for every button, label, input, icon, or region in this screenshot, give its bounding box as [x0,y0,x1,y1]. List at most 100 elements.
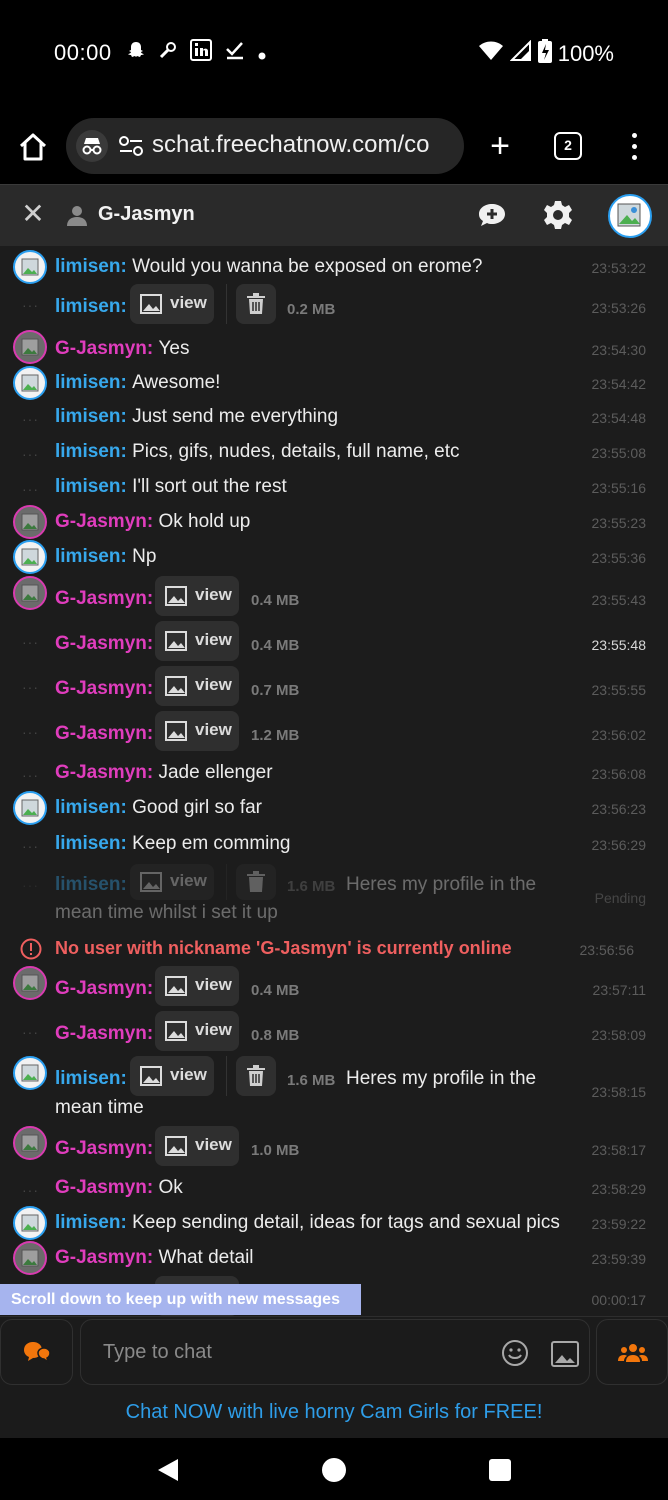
scroll-down-banner[interactable]: Scroll down to keep up with new messages [0,1284,361,1315]
username[interactable]: G-Jasmyn: [55,338,153,359]
avatar[interactable] [13,540,47,574]
file-size: 1.2 MB [251,727,300,744]
my-avatar[interactable] [608,194,652,238]
avatar[interactable] [13,791,47,825]
username[interactable]: G-Jasmyn: [55,978,153,1000]
view-image-button[interactable]: view [155,1011,239,1051]
message-input[interactable]: Type to chat [80,1319,590,1385]
timestamp: 23:57:11 [592,982,646,998]
avatar[interactable] [13,1241,47,1275]
timestamp: Pending [594,890,646,906]
menu-icon[interactable] [624,130,644,166]
username[interactable]: limisen: [55,406,127,427]
username[interactable]: limisen: [55,874,127,896]
private-message-icon[interactable] [476,201,508,231]
tab-switcher-button[interactable]: 2 [554,132,582,160]
view-label: view [170,293,207,312]
avatar[interactable] [13,966,47,1000]
file-size: 0.7 MB [251,682,300,699]
promo-link[interactable]: Chat NOW with live horny Cam Girls for F… [0,1386,668,1438]
avatar[interactable] [13,1126,47,1160]
message-line: limisen: Np [55,546,156,568]
chat-log[interactable]: limisen: Would you wanna be exposed on e… [0,246,668,1316]
username[interactable]: limisen: [55,1212,127,1233]
view-image-button[interactable]: view [130,1056,214,1096]
address-bar[interactable]: schat.freechatnow.com/co [66,118,464,174]
image-icon [165,631,187,651]
trash-icon [247,871,265,892]
chat-message: limisen: Keep sending detail, ideas for … [0,1206,668,1240]
username[interactable]: G-Jasmyn: [55,762,153,783]
view-label: view [195,720,232,739]
view-label: view [195,630,232,649]
image-icon [165,976,187,996]
username[interactable]: limisen: [55,546,127,567]
view-label: view [195,675,232,694]
recent-apps-button[interactable] [489,1459,511,1481]
users-list-button[interactable] [596,1319,668,1385]
username[interactable]: limisen: [55,372,127,393]
avatar[interactable] [13,505,47,539]
view-image-button[interactable]: view [155,576,239,616]
view-image-button[interactable]: view [155,711,239,751]
url-text[interactable]: schat.freechatnow.com/co [152,131,429,159]
clock: 00:00 [54,40,112,65]
gear-icon[interactable] [542,199,574,231]
username[interactable]: limisen: [55,1068,127,1090]
chat-message: ··· limisen: view 0.2 MB 23:53:26 [0,284,668,330]
username[interactable]: limisen: [55,833,127,854]
username[interactable]: limisen: [55,797,127,818]
chat-message: G-Jasmyn: view 1.0 MB 23:58:17 [0,1126,668,1170]
message-line: limisen: Keep sending detail, ideas for … [55,1212,560,1234]
username[interactable]: G-Jasmyn: [55,511,153,532]
delete-button[interactable] [236,864,276,900]
username[interactable]: G-Jasmyn: [55,588,153,610]
view-image-button[interactable]: view [155,966,239,1006]
timestamp: 23:55:16 [591,480,647,496]
username[interactable]: limisen: [55,256,127,277]
view-image-button[interactable]: view [155,1126,239,1166]
browser-toolbar: schat.freechatnow.com/co + 2 [0,110,668,184]
username[interactable]: G-Jasmyn: [55,633,153,655]
chat-message: limisen: Awesome! 23:54:42 [0,366,668,400]
chat-message: ··· G-Jasmyn: Ok 23:58:29 [0,1175,668,1205]
username[interactable]: limisen: [55,296,127,318]
delete-button[interactable] [236,284,276,324]
username[interactable]: limisen: [55,476,127,497]
timestamp: 23:54:42 [591,376,647,392]
view-image-button[interactable]: view [155,666,239,706]
view-image-button[interactable]: view [130,284,214,324]
grouped-dots: ··· [22,724,39,740]
avatar[interactable] [13,366,47,400]
username[interactable]: G-Jasmyn: [55,1023,153,1045]
delete-button[interactable] [236,1056,276,1096]
timestamp: 23:54:30 [591,342,647,358]
upload-image-icon[interactable] [551,1341,579,1367]
view-image-button[interactable]: view [130,864,214,900]
home-icon[interactable] [16,130,50,164]
chat-menu-button[interactable] [0,1319,73,1385]
timestamp: 23:56:23 [591,801,647,817]
username[interactable]: limisen: [55,441,127,462]
emoji-icon[interactable] [501,1339,529,1367]
timestamp: 23:58:09 [591,1027,647,1043]
new-tab-button[interactable]: + [482,126,518,166]
username[interactable]: G-Jasmyn: [55,678,153,700]
avatar[interactable] [13,330,47,364]
avatar[interactable] [13,1056,47,1090]
image-icon [165,1021,187,1041]
username[interactable]: G-Jasmyn: [55,1247,153,1268]
message-text: I'll sort out the rest [132,476,287,497]
avatar[interactable] [13,250,47,284]
username[interactable]: G-Jasmyn: [55,1138,153,1160]
home-nav-button[interactable] [322,1458,346,1482]
close-chat-button[interactable]: ✕ [20,200,46,228]
timestamp: 23:55:43 [591,592,647,608]
username[interactable]: G-Jasmyn: [55,723,153,745]
site-settings-icon[interactable] [118,134,144,158]
avatar[interactable] [13,576,47,610]
back-icon[interactable] [156,1457,180,1483]
avatar[interactable] [13,1206,47,1240]
view-image-button[interactable]: view [155,621,239,661]
username[interactable]: G-Jasmyn: [55,1177,153,1198]
